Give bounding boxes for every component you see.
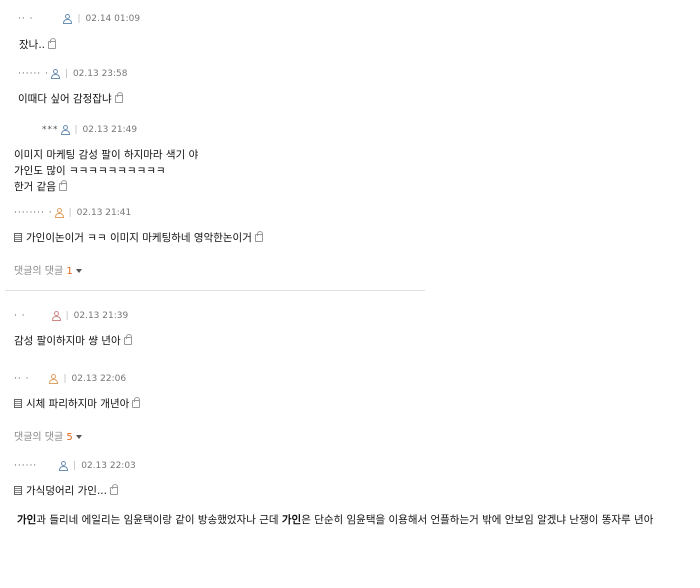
comment-meta: ········ · | 02.13 21:41 <box>14 208 132 218</box>
caret-down-icon <box>75 269 82 273</box>
nickname[interactable]: *** <box>42 125 59 135</box>
caret-down-icon <box>75 435 82 439</box>
comment-line: 한거 같음 <box>14 179 198 195</box>
nickname[interactable]: ·· · <box>18 14 33 24</box>
comment-date: 02.13 22:03 <box>81 461 136 471</box>
comment-text: 잤나.. <box>19 37 56 53</box>
comment-meta: ·· · | 02.14 01:09 <box>18 14 141 24</box>
comment-text: 감성 팔이하지마 썅 년아 <box>14 333 132 349</box>
lock-icon <box>132 397 141 408</box>
lock-icon <box>254 231 263 242</box>
nickname[interactable]: ······ · <box>18 69 49 79</box>
document-icon <box>14 399 22 408</box>
comment-line: 가인도 많이 ㅋㅋㅋㅋㅋㅋㅋㅋㅋㅋ <box>14 165 166 177</box>
nickname[interactable]: ······ <box>14 461 37 471</box>
comment-meta: ······ | 02.13 22:03 <box>14 461 136 471</box>
lock-icon <box>123 334 132 345</box>
document-icon <box>14 486 22 495</box>
nickname[interactable]: · · <box>14 311 26 321</box>
comment-text: 가인이논이거 ㅋㅋ 이미지 마케팅하네 영악한논이거 <box>14 230 263 246</box>
reply-toggle[interactable]: 댓글의 댓글 5 <box>14 428 82 443</box>
reply-count: 1 <box>66 266 73 277</box>
comment-text: 시체 파리하지마 개년아 <box>14 396 141 412</box>
reply-count: 5 <box>66 432 73 443</box>
comment-text: 이미지 마케팅 감성 팔이 하지마라 색기 야 가인도 많이 ㅋㅋㅋㅋㅋㅋㅋㅋㅋ… <box>14 147 198 195</box>
user-icon[interactable] <box>59 461 69 471</box>
lock-icon <box>58 180 67 191</box>
nickname[interactable]: ········ · <box>14 208 53 218</box>
comment-line: 이미지 마케팅 감성 팔이 하지마라 색기 야 <box>14 149 199 161</box>
document-icon <box>14 233 22 242</box>
reply-toggle[interactable]: 댓글의 댓글 1 <box>14 262 82 277</box>
user-icon[interactable] <box>49 374 59 384</box>
user-icon[interactable] <box>51 311 61 321</box>
user-icon[interactable] <box>63 14 73 24</box>
comment-date: 02.13 23:58 <box>72 69 128 79</box>
lock-icon <box>48 38 56 49</box>
comment-date: 02.13 21:49 <box>82 125 138 135</box>
article-text: 가인과 들리네 에일리는 임윤택이랑 같이 방송했었자나 근데 가인은 단순히 … <box>17 514 654 526</box>
comment-date: 02.13 21:39 <box>73 311 129 321</box>
user-icon[interactable] <box>60 125 70 135</box>
user-icon[interactable] <box>54 208 64 218</box>
comment-date: 02.13 22:06 <box>71 374 127 384</box>
lock-icon <box>114 92 123 103</box>
highlight-keyword: 가인 <box>281 514 302 526</box>
comment-date: 02.13 21:41 <box>76 208 132 218</box>
comment-meta: · · | 02.13 21:39 <box>14 311 129 321</box>
divider <box>5 290 425 291</box>
comment-text: 이때다 싶어 감정잡냐 <box>18 91 123 107</box>
comment-text: 가식덩어리 가인... <box>14 483 118 499</box>
nickname[interactable]: ·· · <box>14 374 29 384</box>
lock-icon <box>109 484 118 495</box>
highlight-keyword: 가인 <box>17 514 37 526</box>
comment-meta: *** | 02.13 21:49 <box>42 125 138 135</box>
comment-meta: ·· · | 02.13 22:06 <box>14 374 127 384</box>
comment-date: 02.14 01:09 <box>85 14 141 24</box>
user-icon[interactable] <box>50 69 60 79</box>
comment-meta: ······ · | 02.13 23:58 <box>18 69 128 79</box>
